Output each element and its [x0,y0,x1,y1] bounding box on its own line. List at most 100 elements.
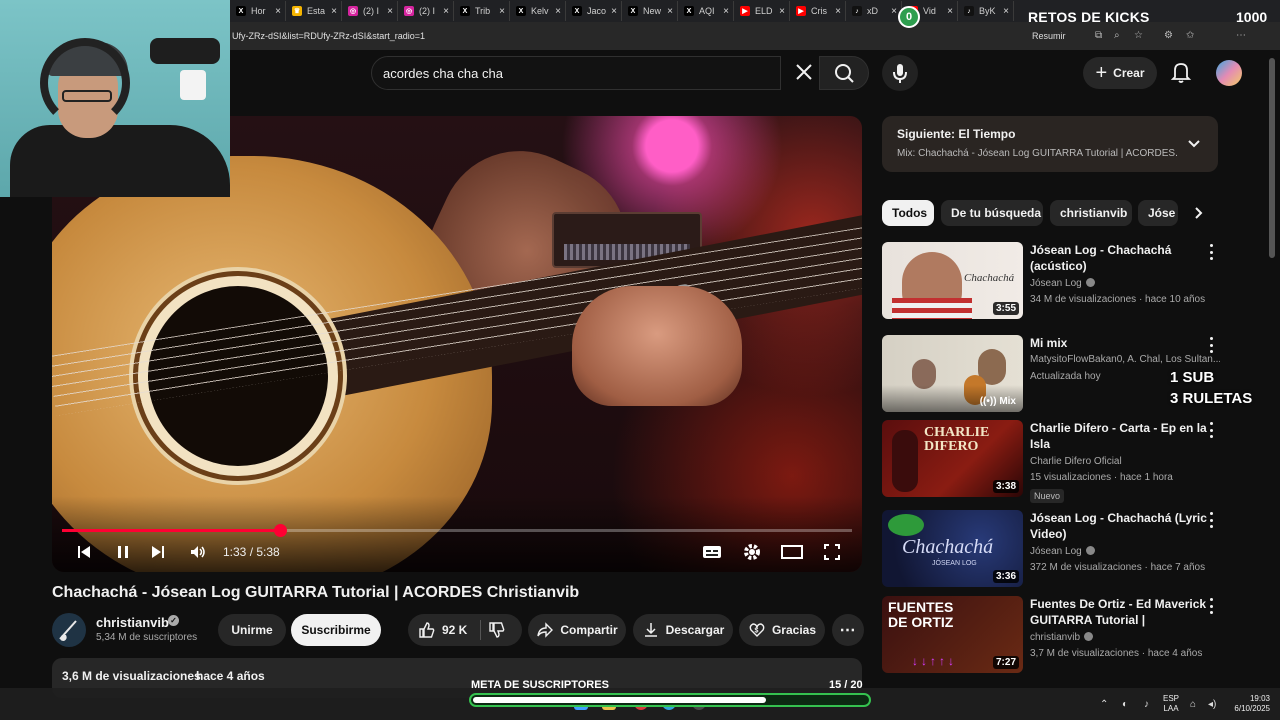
close-tab-icon[interactable]: × [1003,6,1009,17]
pause-button[interactable] [112,541,134,563]
next-button[interactable] [147,541,169,563]
browser-tab[interactable]: ◎ (2) I × [400,1,454,21]
browser-tab[interactable]: ♪ xD × [848,1,902,21]
notifications-button[interactable] [1170,60,1192,84]
network-icon[interactable]: ⌂ [1190,699,1196,710]
url-text[interactable]: Ufy-ZRz-dSI&list=RDUfy-ZRz-dSI&start_rad… [232,31,425,41]
video-title[interactable]: Jósean Log - Chachachá (acústico) [1030,242,1210,274]
tray-chevron-up-icon[interactable]: ⌃ [1100,699,1108,710]
clear-search-button[interactable] [790,58,818,86]
close-tab-icon[interactable]: × [387,6,393,17]
browser-tab[interactable]: X New × [624,1,678,21]
like-dislike-group[interactable]: 92 K [408,614,522,646]
close-tab-icon[interactable]: × [611,6,617,17]
video-title[interactable]: Fuentes De Ortiz - Ed Maverick GUITARRA … [1030,596,1210,630]
fullscreen-button[interactable] [821,541,843,563]
tray-app-icon[interactable]: ◐ [1122,699,1128,710]
download-button[interactable]: Descargar [633,614,733,646]
channel-avatar[interactable] [52,613,86,647]
user-avatar[interactable] [1216,60,1242,86]
chips-next-button[interactable] [1190,205,1206,221]
video-thumbnail[interactable]: Chachachá 3:55 [882,242,1023,319]
chip-christianvib[interactable]: christianvib [1050,200,1132,226]
close-tab-icon[interactable]: × [443,6,449,17]
close-tab-icon[interactable]: × [275,6,281,17]
video-thumbnail[interactable]: FUENTES DE ORTIZ ↓↓↑↑↓ 7:27 [882,596,1023,673]
system-clock[interactable]: 19:03 6/10/2025 [1230,694,1270,714]
share-button[interactable]: Compartir [528,614,626,646]
volume-button[interactable] [187,541,209,563]
browser-tab[interactable]: ♛ Esta × [288,1,342,21]
open-external-icon[interactable]: ⧉ [1095,30,1102,41]
channel-name[interactable]: christianvib [1030,632,1094,643]
video-title[interactable]: Charlie Difero - Carta - Ep en la Isla [1030,420,1210,452]
close-tab-icon[interactable]: × [779,6,785,17]
chip-josean[interactable]: Jóse [1138,200,1178,226]
channel-name[interactable]: christianvib [96,615,169,630]
progress-scrubber[interactable] [274,524,288,537]
extensions-icon[interactable]: ⚙ [1164,30,1173,41]
search-input[interactable] [383,63,763,83]
channel-name[interactable]: Charlie Difero Oficial [1030,456,1122,467]
mix-playlist-panel[interactable] [882,116,1218,172]
voice-search-button[interactable] [882,55,918,91]
close-tab-icon[interactable]: × [891,6,897,17]
more-actions-button[interactable]: ⋯ [832,614,864,646]
browser-tab[interactable]: X Jaco × [568,1,622,21]
video-thumbnail[interactable]: Chachachá JÓSEAN LOG 3:36 [882,510,1023,587]
browser-tab[interactable]: X AQI × [680,1,734,21]
recommendation-item[interactable]: FUENTES DE ORTIZ ↓↓↑↑↓ 7:27 Fuentes De Or… [882,596,1222,676]
more-options-button[interactable] [1206,512,1216,528]
recommendation-item[interactable]: Chachachá JÓSEAN LOG 3:36 Jósean Log - C… [882,510,1222,590]
browser-tab[interactable]: ▶ Cris × [792,1,846,21]
channel-name[interactable]: Jósean Log [1030,278,1095,289]
create-button[interactable]: + Crear [1083,57,1157,89]
expand-playlist-button[interactable] [1186,137,1202,151]
close-tab-icon[interactable]: × [331,6,337,17]
favorites-icon[interactable]: ✩ [1186,30,1194,41]
thumbs-up-icon[interactable] [418,621,436,639]
resumir-button[interactable]: Resumir [1032,31,1066,41]
bookmark-star-icon[interactable]: ☆ [1134,30,1143,41]
volume-tray-icon[interactable]: ◂) [1208,699,1216,710]
browser-tab[interactable]: X Trib × [456,1,510,21]
theater-mode-button[interactable] [781,541,803,563]
page-scrollbar[interactable] [1269,58,1275,258]
subscribe-button[interactable]: Suscribirme [291,614,381,646]
close-tab-icon[interactable]: × [723,6,729,17]
close-tab-icon[interactable]: × [555,6,561,17]
search-button[interactable] [819,56,869,90]
thumbs-down-icon[interactable] [488,621,506,639]
recommendation-item[interactable]: CHARLIE DIFERO 3:38 Charlie Difero - Cart… [882,420,1222,503]
browser-tab[interactable]: ◎ (2) I × [344,1,398,21]
mix-thumbnail[interactable]: ((•)) Mix [882,335,1023,412]
more-options-button[interactable] [1206,244,1216,260]
video-title[interactable]: Jósean Log - Chachachá (Lyric Video) [1030,510,1210,542]
recommendation-item[interactable]: Chachachá 3:55 Jósean Log - Chachachá (a… [882,242,1222,322]
channel-name[interactable]: Jósean Log [1030,546,1095,557]
subtitles-button[interactable] [701,541,723,563]
thanks-button[interactable]: $ Gracias [739,614,825,646]
browser-tab[interactable]: ▶ ELD × [736,1,790,21]
video-thumbnail[interactable]: CHARLIE DIFERO 3:38 [882,420,1023,497]
browser-tab[interactable]: X Kelv × [512,1,566,21]
browser-tab[interactable]: ♪ ByK × [960,1,1014,21]
browser-tab[interactable]: X Hor × [232,1,286,21]
video-title[interactable]: Mi mix [1030,335,1210,351]
more-options-button[interactable] [1206,598,1216,614]
keyboard-language[interactable]: ESP LAA [1163,694,1179,714]
close-tab-icon[interactable]: × [667,6,673,17]
close-tab-icon[interactable]: × [499,6,505,17]
chip-todos[interactable]: Todos [882,200,934,226]
tray-microphone-icon[interactable]: ♪ [1144,699,1149,710]
join-button[interactable]: Unirme [218,614,286,646]
menu-dots-icon[interactable]: ⋯ [1236,30,1246,41]
close-tab-icon[interactable]: × [947,6,953,17]
chip-de-tu-busqueda[interactable]: De tu búsqueda [941,200,1043,226]
previous-button[interactable] [73,541,95,563]
more-options-button[interactable] [1206,422,1216,438]
more-options-button[interactable] [1206,337,1216,353]
settings-button[interactable] [741,541,763,563]
close-tab-icon[interactable]: × [835,6,841,17]
zoom-icon[interactable]: ⌕ [1114,30,1120,41]
